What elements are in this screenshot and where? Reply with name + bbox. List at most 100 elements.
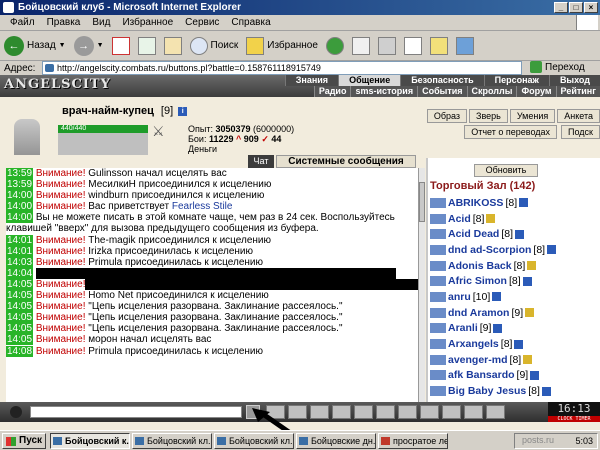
player-name[interactable]: Acid Dead: [448, 228, 499, 240]
player-info-icon[interactable]: [515, 229, 525, 239]
player-info-icon[interactable]: [492, 292, 502, 302]
close-button[interactable]: ×: [584, 2, 598, 13]
music-icon[interactable]: [376, 405, 395, 419]
mail-button[interactable]: [351, 36, 370, 55]
profile-button[interactable]: Анкета: [557, 109, 600, 123]
refresh-room-button[interactable]: Обновить: [474, 164, 538, 177]
private-message-icon[interactable]: [430, 197, 446, 208]
player-info-icon[interactable]: [527, 261, 537, 271]
nav-communication[interactable]: Общение: [338, 75, 401, 86]
send-button[interactable]: [246, 405, 260, 419]
player-info-icon[interactable]: [486, 214, 496, 224]
eraser-icon[interactable]: [266, 405, 285, 419]
info-icon[interactable]: i: [178, 106, 188, 116]
messenger-button[interactable]: [455, 36, 474, 55]
stop-button[interactable]: [111, 36, 130, 55]
player-name[interactable]: Aranli: [448, 322, 478, 334]
player-name[interactable]: anru: [448, 291, 471, 303]
player-row[interactable]: dnd ad-Scorpion [8]: [430, 242, 600, 258]
home-button[interactable]: [163, 36, 182, 55]
player-row[interactable]: Big Baby Jesus [8]: [430, 383, 600, 399]
subnav-rating[interactable]: Рейтинг: [555, 86, 600, 97]
tab-chat[interactable]: Чат: [248, 155, 274, 168]
task-item[interactable]: Бойцовский кл...: [132, 433, 212, 449]
menu-favorites[interactable]: Избранное: [116, 15, 179, 30]
message-timestamp[interactable]: 14:01: [6, 245, 34, 257]
player-name[interactable]: dnd ad-Scorpion: [448, 244, 531, 256]
character-name[interactable]: врач-найм-купец [9] i: [62, 105, 188, 117]
player-name[interactable]: Arxangels: [448, 338, 499, 350]
message-timestamp[interactable]: 14:08: [6, 345, 34, 357]
player-row[interactable]: afk Bansardo [9]: [430, 368, 600, 384]
people-icon[interactable]: [332, 405, 351, 419]
private-message-icon[interactable]: [430, 307, 446, 318]
player-name[interactable]: Adonis Back: [448, 260, 512, 272]
private-message-icon[interactable]: [430, 213, 446, 224]
private-message-icon[interactable]: [430, 339, 446, 350]
player-info-icon[interactable]: [530, 370, 540, 380]
chat-scroll-thumb[interactable]: [419, 182, 425, 222]
back-button[interactable]: ← Назад ▼: [4, 35, 66, 56]
task-item[interactable]: Бойцовский к...: [50, 433, 130, 449]
player-info-icon[interactable]: [519, 198, 529, 208]
player-info-icon[interactable]: [547, 245, 557, 255]
start-button[interactable]: Пуск: [2, 433, 46, 449]
folder-button[interactable]: [429, 36, 448, 55]
player-row[interactable]: Acid [8]: [430, 211, 600, 227]
player-name[interactable]: Afric Simon: [448, 275, 507, 287]
hint-button[interactable]: Подск: [561, 125, 600, 139]
edit-button[interactable]: [403, 36, 422, 55]
message-timestamp[interactable]: 14:05: [6, 301, 34, 313]
player-name[interactable]: dnd Aramon: [448, 307, 509, 319]
player-info-icon[interactable]: [523, 355, 533, 365]
favorites-button[interactable]: Избранное: [246, 36, 318, 55]
message-timestamp[interactable]: 14:05: [6, 312, 34, 324]
player-info-icon[interactable]: [541, 386, 551, 396]
player-row[interactable]: anru [10]: [430, 289, 600, 305]
beast-button[interactable]: Зверь: [469, 109, 508, 123]
filter-icon[interactable]: [310, 405, 329, 419]
print-button[interactable]: [377, 36, 396, 55]
private-message-icon[interactable]: [430, 370, 446, 381]
smile-icon[interactable]: [420, 405, 439, 419]
player-name[interactable]: Big Baby Jesus: [448, 385, 526, 397]
subnav-sms[interactable]: sms-история: [350, 86, 418, 97]
chat-input[interactable]: [30, 406, 242, 418]
address-input[interactable]: http://angelscity.combats.ru/buttons.pl?…: [42, 61, 522, 75]
message-timestamp[interactable]: 14:05: [6, 334, 34, 346]
tools-icon[interactable]: [354, 405, 373, 419]
player-row[interactable]: Acid Dead [8]: [430, 226, 600, 242]
refresh-button[interactable]: [137, 36, 156, 55]
player-info-icon[interactable]: [525, 308, 535, 318]
player-row[interactable]: Afric Simon [8]: [430, 273, 600, 289]
menu-file[interactable]: Файл: [4, 15, 41, 30]
player-name[interactable]: avenger-md: [448, 354, 508, 366]
skills-button[interactable]: Умения: [509, 109, 556, 123]
horse-icon[interactable]: [486, 405, 505, 419]
message-timestamp[interactable]: 14:04: [6, 267, 34, 279]
maximize-button[interactable]: □: [569, 2, 583, 13]
subnav-radio[interactable]: Радио: [313, 86, 351, 97]
player-info-icon[interactable]: [514, 339, 524, 349]
chat-scrollbar[interactable]: [418, 168, 425, 402]
message-timestamp[interactable]: 14:00: [6, 212, 34, 224]
message-timestamp[interactable]: 14:00: [6, 190, 34, 202]
message-timestamp[interactable]: 14:00: [6, 201, 34, 213]
player-name[interactable]: afk Bansardo: [448, 369, 515, 381]
go-button[interactable]: Переход: [530, 61, 585, 73]
forward-dropdown-icon[interactable]: ▼: [97, 42, 104, 49]
task-item[interactable]: просратое леч...: [378, 433, 448, 449]
nav-security[interactable]: Безопасность: [400, 75, 484, 86]
menu-view[interactable]: Вид: [86, 15, 116, 30]
message-timestamp[interactable]: 14:01: [6, 234, 34, 246]
message-timestamp[interactable]: 14:05: [6, 290, 34, 302]
private-message-icon[interactable]: [430, 354, 446, 365]
menu-edit[interactable]: Правка: [41, 15, 87, 30]
player-row[interactable]: dnd Aramon [9]: [430, 305, 600, 321]
message-timestamp[interactable]: 14:05: [6, 323, 34, 335]
player-name[interactable]: ABRIKOSS: [448, 197, 503, 209]
private-message-icon[interactable]: [430, 260, 446, 271]
private-message-icon[interactable]: [430, 276, 446, 287]
private-message-icon[interactable]: [430, 323, 446, 334]
back-dropdown-icon[interactable]: ▼: [59, 42, 66, 49]
